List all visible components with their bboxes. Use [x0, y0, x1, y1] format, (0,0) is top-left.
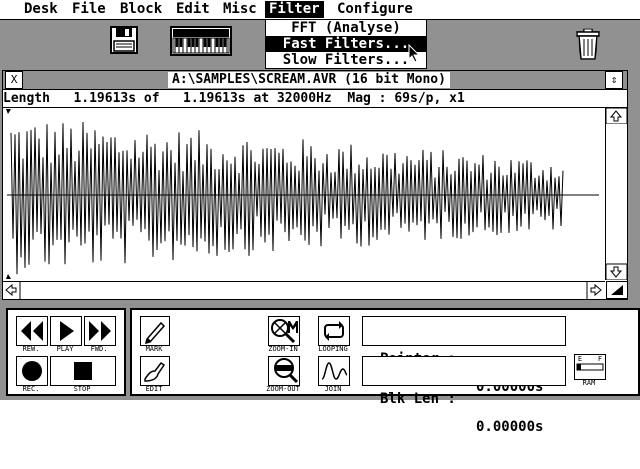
floppy-disk-icon[interactable]	[110, 26, 138, 54]
menu-desk[interactable]: Desk	[20, 1, 62, 18]
looping-label: LOOPING	[318, 345, 348, 353]
zoom-out-button[interactable]	[268, 356, 300, 386]
menu-filter[interactable]: Filter	[265, 1, 324, 18]
play-button[interactable]	[50, 316, 82, 346]
block-length-value: 0.00000s	[476, 419, 544, 435]
zoom-in-label: ZOOM-IN	[268, 345, 298, 353]
menu-item-slow-filters[interactable]: Slow Filters...	[266, 52, 426, 68]
window-titlebar[interactable]: X A:\SAMPLES\SCREAM.AVR (16 bit Mono) ⇕	[3, 71, 627, 90]
play-label: PLAY	[56, 345, 74, 353]
join-label: JOIN	[324, 385, 342, 393]
window-fuller-button[interactable]: ⇕	[605, 71, 623, 89]
filter-dropdown-menu: FFT (Analyse) Fast Filters... Slow Filte…	[265, 19, 427, 69]
ram-label: RAM	[582, 379, 596, 387]
fast-forward-label: FWD.	[90, 345, 108, 353]
stop-button[interactable]	[50, 356, 116, 386]
menu-misc[interactable]: Misc	[219, 1, 261, 18]
block-length-label: Blk Len :	[380, 391, 456, 407]
zoom-out-label: ZOOM-OUT	[266, 385, 300, 393]
menu-file[interactable]: File	[68, 1, 110, 18]
looping-button[interactable]	[318, 316, 350, 346]
rewind-label: REW.	[22, 345, 40, 353]
ram-full-mark: F	[597, 355, 603, 363]
mouse-pointer-icon	[408, 44, 421, 63]
keyboard-icon[interactable]	[170, 26, 232, 56]
menu-bar: Desk File Block Edit Misc Filter Configu…	[0, 0, 640, 20]
edit-button[interactable]	[140, 356, 170, 386]
join-button[interactable]	[318, 356, 350, 386]
control-panel: REW. PLAY FWD. REC. STOP MARK EDIT ZOOM-…	[0, 304, 640, 435]
ram-meter[interactable]: E F	[574, 354, 606, 380]
tools-group: MARK EDIT ZOOM-IN ZOOM-OUT LOOPING JOIN …	[130, 308, 640, 435]
vertical-scrollbar[interactable]	[605, 107, 628, 281]
menu-configure[interactable]: Configure	[333, 1, 417, 18]
pointer-display: Pointer : 0.00000s	[362, 316, 566, 395]
sample-info-bar: Length 1.19613s of 1.19613s at 32000Hz M…	[3, 90, 627, 108]
trash-can-icon[interactable]	[575, 28, 601, 60]
menu-item-fast-filters[interactable]: Fast Filters...	[266, 36, 426, 52]
ram-empty-mark: E	[577, 355, 583, 363]
mark-button[interactable]	[140, 316, 170, 346]
horizontal-scrollbar[interactable]	[3, 281, 605, 299]
record-button[interactable]	[16, 356, 48, 386]
transport-group: REW. PLAY FWD. REC. STOP	[6, 308, 126, 396]
waveform-display[interactable]	[3, 108, 605, 280]
stop-label: STOP	[73, 385, 91, 393]
window-close-button[interactable]: X	[5, 71, 23, 89]
menu-item-fft-analyse[interactable]: FFT (Analyse)	[266, 20, 426, 36]
zoom-in-button[interactable]	[268, 316, 300, 346]
rewind-button[interactable]	[16, 316, 48, 346]
menu-edit[interactable]: Edit	[172, 1, 214, 18]
record-label: REC.	[22, 385, 40, 393]
window-title: A:\SAMPLES\SCREAM.AVR (16 bit Mono)	[168, 72, 450, 88]
edit-label: EDIT	[145, 385, 163, 393]
mark-label: MARK	[145, 345, 163, 353]
menu-block[interactable]: Block	[116, 1, 166, 18]
block-length-display: Blk Len : 0.00000s	[362, 356, 566, 435]
window-resize-handle[interactable]	[606, 281, 628, 299]
sample-window: X A:\SAMPLES\SCREAM.AVR (16 bit Mono) ⇕ …	[2, 70, 628, 300]
fast-forward-button[interactable]	[84, 316, 116, 346]
